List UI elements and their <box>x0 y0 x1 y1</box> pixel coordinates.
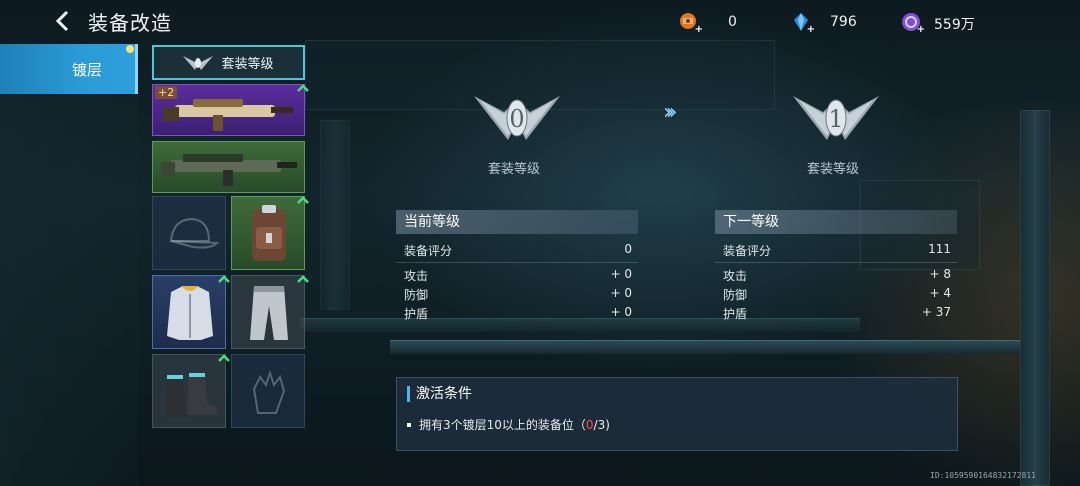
page-title: 装备改造 <box>88 11 172 35</box>
stat-value: + 8 <box>929 267 951 281</box>
blue-crystal-icon: + <box>790 11 815 35</box>
sidebar-bg <box>0 94 138 486</box>
level-numeral: 1 <box>828 105 843 133</box>
weapon-slot-primary[interactable]: +2 <box>152 84 305 136</box>
upgrade-arrow-icon <box>218 350 230 362</box>
stat-label: 护盾 <box>723 307 748 321</box>
current-level-emblem: 0 <box>474 92 560 148</box>
next-level-header: 下一等级 <box>715 210 957 234</box>
stat-label: 防御 <box>404 288 429 302</box>
glove-outline-icon <box>252 369 286 414</box>
next-level-caption: 套装等级 <box>807 162 860 177</box>
level-wings-icon: 1 <box>793 96 879 140</box>
upgrade-arrow-icon <box>297 192 309 204</box>
level-numeral: 0 <box>509 105 524 133</box>
weapon-slot-secondary[interactable] <box>152 141 305 193</box>
bg-pillar <box>1020 110 1050 486</box>
current-level-header: 当前等级 <box>396 210 638 234</box>
activation-conditions-panel: 激活条件 拥有3个镀层10以上的装备位（ 0 /3) <box>396 377 958 451</box>
double-chevron-right-icon: ››› <box>663 100 678 125</box>
orange-crate-icon: + <box>678 11 703 35</box>
currency-value: 796 <box>830 14 857 30</box>
stat-row-defense: 防御 + 0 <box>396 286 638 304</box>
suit-level-emblem-icon <box>183 55 214 70</box>
stat-value: + 4 <box>929 286 951 300</box>
stat-value: 0 <box>624 242 632 256</box>
stat-row-score: 装备评分 111 <box>715 242 957 260</box>
stat-value: + 0 <box>610 305 632 319</box>
stat-label: 攻击 <box>723 269 748 283</box>
stat-value: + 0 <box>610 267 632 281</box>
upgrade-arrow-icon <box>218 271 230 283</box>
stat-label: 护盾 <box>404 307 429 321</box>
upgrade-arrow-icon <box>297 271 309 283</box>
stat-label: 防御 <box>723 288 748 302</box>
stat-row-attack: 攻击 + 0 <box>396 267 638 285</box>
currency-value: 559万 <box>934 17 975 33</box>
tab-label: 镀层 <box>72 60 103 79</box>
back-button[interactable] <box>50 8 76 34</box>
upgrade-arrow-icon <box>297 80 309 92</box>
currency-crate[interactable]: + 0 <box>678 11 758 35</box>
shotgun-icon <box>161 154 297 186</box>
activation-title: 激活条件 <box>407 386 472 402</box>
stat-label: 装备评分 <box>723 244 772 258</box>
next-level-emblem: 1 <box>793 92 879 148</box>
stat-row-shield: 护盾 + 37 <box>715 305 957 323</box>
pants-icon <box>250 286 288 340</box>
suit-level-label: 套装等级 <box>221 57 274 72</box>
stat-label: 装备评分 <box>404 244 453 258</box>
user-id: ID:1059590164832172811 <box>930 471 1036 480</box>
activation-condition: 拥有3个镀层10以上的装备位（ 0 /3) <box>407 416 610 433</box>
enhance-badge: +2 <box>155 86 178 99</box>
stat-row-shield: 护盾 + 0 <box>396 305 638 323</box>
progress-total: /3) <box>593 417 610 432</box>
backpack-icon <box>252 205 286 261</box>
backpack-slot[interactable] <box>231 196 305 270</box>
current-level-caption: 套装等级 <box>488 162 541 177</box>
currency-value: 0 <box>728 14 737 30</box>
cap-outline-icon <box>169 217 220 249</box>
jacket-icon <box>167 286 213 340</box>
gloves-slot[interactable] <box>231 354 305 428</box>
stat-value: + 37 <box>921 305 951 319</box>
stat-row-attack: 攻击 + 8 <box>715 267 957 285</box>
stat-value: + 0 <box>610 286 632 300</box>
currency-crystal[interactable]: + 796 <box>790 11 880 35</box>
bg-rail <box>390 340 1040 354</box>
helmet-slot[interactable] <box>152 196 226 270</box>
stat-row-defense: 防御 + 4 <box>715 286 957 304</box>
boots-slot[interactable] <box>152 354 226 428</box>
boots-icon <box>165 373 217 417</box>
progress-current: 0 <box>585 417 594 432</box>
condition-text: 拥有3个镀层10以上的装备位（ <box>419 418 586 432</box>
stat-value: 111 <box>928 242 951 256</box>
notification-dot <box>126 45 134 53</box>
pants-slot[interactable] <box>231 275 305 349</box>
bg-pillar <box>320 120 350 310</box>
currency-coin[interactable]: + 559万 <box>900 11 1000 35</box>
top-bar: 装备改造 + 0 + 796 + 559万 <box>0 0 1080 44</box>
chevron-left-icon <box>55 10 69 32</box>
tab-plating[interactable]: 镀层 <box>0 44 138 94</box>
level-wings-icon: 0 <box>474 96 560 140</box>
purple-coin-icon: + <box>900 11 925 35</box>
stat-label: 攻击 <box>404 269 429 283</box>
stat-row-score: 装备评分 0 <box>396 242 638 260</box>
bullet-icon <box>407 422 411 427</box>
divider <box>715 262 957 263</box>
divider <box>396 262 638 263</box>
jacket-slot[interactable] <box>152 275 226 349</box>
suit-level-button[interactable]: 套装等级 <box>152 45 305 80</box>
